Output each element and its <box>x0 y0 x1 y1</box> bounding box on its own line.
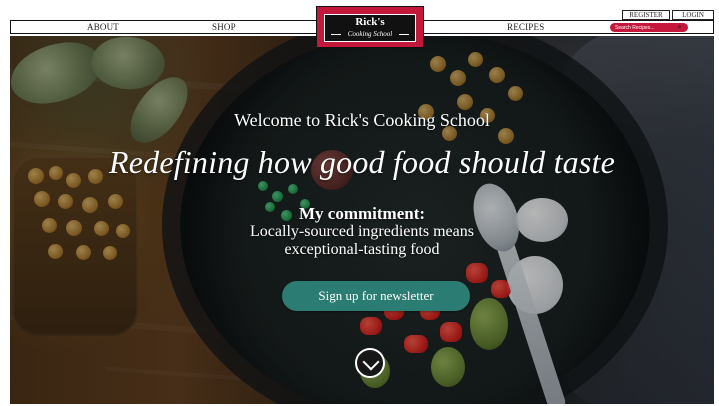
commitment-line-1: Locally-sourced ingredients means <box>250 223 474 240</box>
hero-headline: Redefining how good food should taste <box>108 144 616 180</box>
commitment-title: My commitment: <box>298 204 426 223</box>
logo-title: Rick's <box>355 16 385 28</box>
search-icon[interactable]: ⌕ <box>676 24 683 32</box>
welcome-text: Welcome to Rick's Cooking School <box>234 110 490 130</box>
search-input[interactable] <box>615 24 673 31</box>
logo-inner-frame: Rick's Cooking School <box>324 14 416 42</box>
register-button[interactable]: REGISTER <box>622 10 670 20</box>
site-logo[interactable]: Rick's Cooking School <box>316 6 424 48</box>
nav-item-shop[interactable]: SHOP <box>212 22 236 32</box>
login-button[interactable]: LOGIN <box>672 10 714 20</box>
logo-line-right <box>399 34 409 35</box>
hero-content: Welcome to Rick's Cooking School Redefin… <box>10 36 714 404</box>
chevron-down-icon[interactable] <box>355 348 385 378</box>
commitment-line-2: exceptional-tasting food <box>284 241 440 258</box>
search-bar: ⌕ <box>610 23 688 32</box>
nav-item-about[interactable]: ABOUT <box>87 22 119 32</box>
newsletter-button[interactable]: Sign up for newsletter <box>282 281 470 311</box>
nav-item-recipes[interactable]: RECIPES <box>507 22 544 32</box>
page-frame: ABOUT SHOP RECIPES REGISTER LOGIN ⌕ Rick… <box>0 0 719 406</box>
